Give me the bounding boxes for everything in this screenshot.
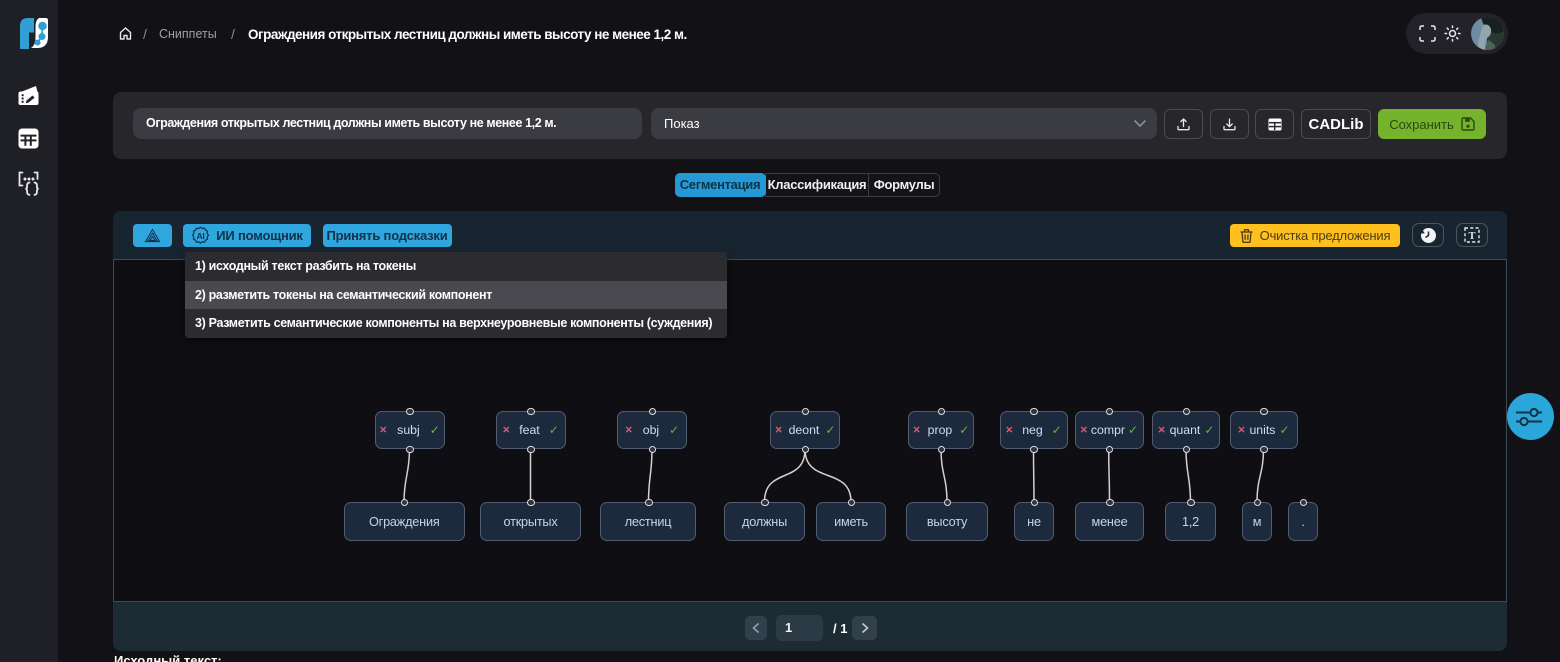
svg-text:AI: AI [197,231,205,241]
svg-text:T: T [1468,231,1475,242]
